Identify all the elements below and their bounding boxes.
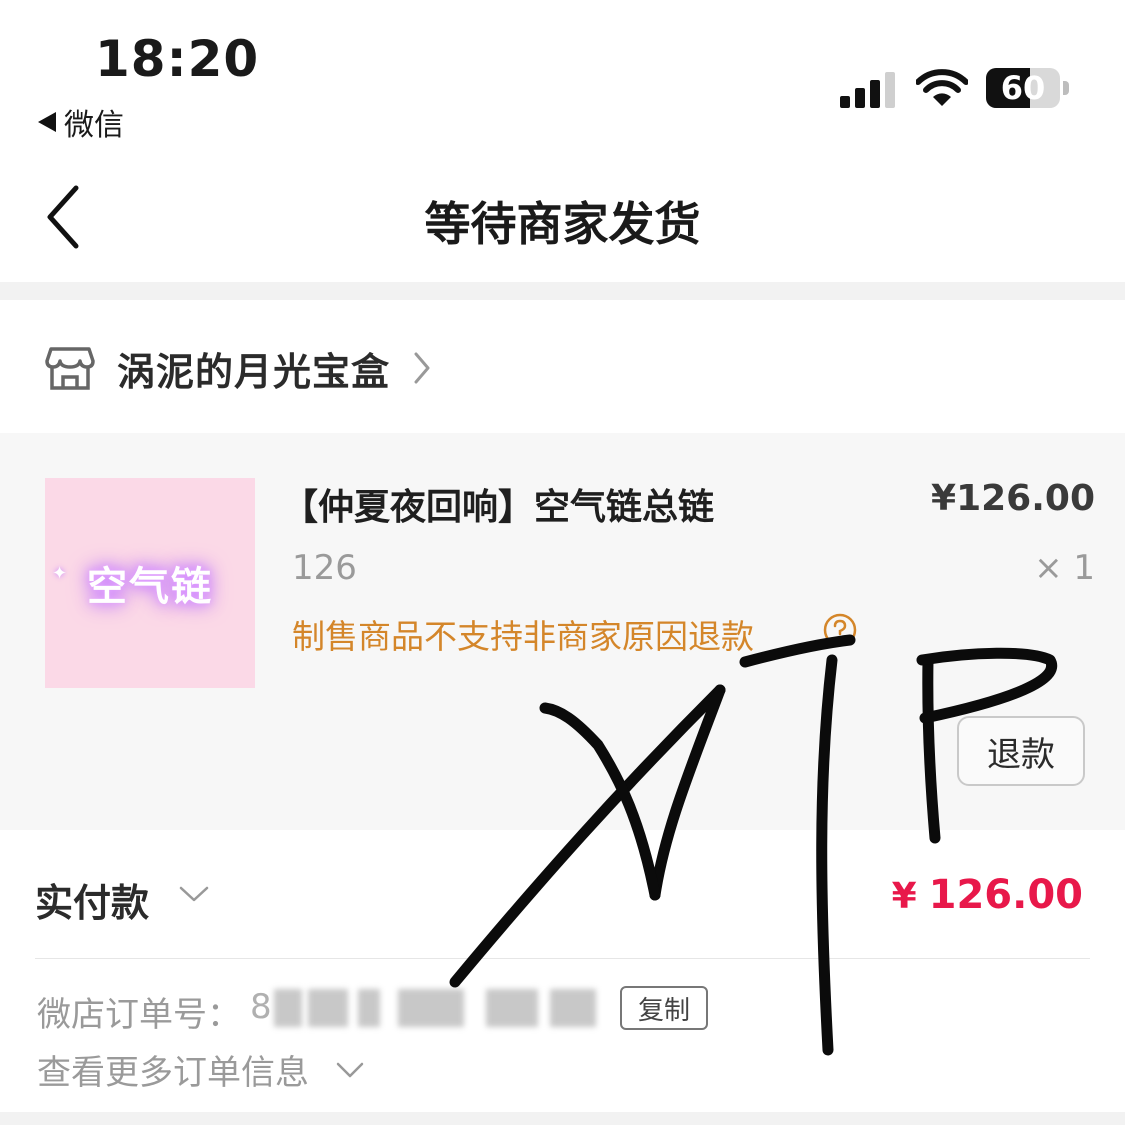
page-title: 等待商家发货	[424, 197, 701, 251]
thumbnail-text: 空气链	[87, 564, 213, 610]
store-icon	[45, 347, 95, 390]
order-number-label: 微店订单号：	[37, 995, 241, 1035]
paid-amount-label[interactable]: 实付款	[35, 872, 149, 927]
product-title[interactable]: 【仲夏夜回响】空气链总链	[282, 478, 714, 530]
chevron-down-icon	[336, 1062, 364, 1077]
bottom-separator	[0, 1112, 1125, 1125]
store-link[interactable]: 涡泥的月光宝盒	[45, 335, 432, 401]
back-triangle-icon	[38, 112, 56, 132]
product-quantity: × 1	[1034, 548, 1095, 588]
product-spec: 126	[292, 548, 357, 588]
battery-icon: 60	[986, 68, 1072, 110]
back-to-app-link[interactable]: 微信	[38, 100, 124, 144]
divider	[35, 958, 1090, 959]
product-price: ¥126.00	[931, 478, 1095, 519]
cellular-signal-icon	[840, 72, 895, 108]
copy-order-number-button[interactable]: 复制	[620, 986, 708, 1030]
order-number-fragment: 8	[250, 987, 272, 1027]
amount-value: 126.00	[928, 872, 1083, 918]
store-name: 涡泥的月光宝盒	[117, 349, 391, 394]
refund-button[interactable]: 退款	[957, 716, 1085, 786]
sparkle-icon: ✦	[52, 563, 68, 584]
more-order-info-label: 查看更多订单信息	[37, 1053, 309, 1093]
paid-amount-value: ¥126.00	[892, 872, 1083, 918]
wifi-icon	[916, 69, 968, 106]
more-order-info-toggle[interactable]: 查看更多订单信息	[37, 1045, 365, 1094]
refund-policy-note: 制售商品不支持非商家原因退款	[292, 617, 754, 656]
product-thumbnail[interactable]: 空气链	[45, 478, 255, 688]
section-separator	[0, 282, 1125, 300]
status-time: 18:20	[95, 30, 260, 88]
chevron-down-icon[interactable]	[178, 884, 210, 904]
currency-symbol: ¥	[891, 876, 917, 917]
back-app-label: 微信	[64, 108, 124, 143]
question-mark-icon[interactable]	[822, 612, 858, 648]
battery-percent: 60	[1000, 69, 1046, 107]
order-number-redacted: 8	[250, 987, 610, 1029]
chevron-right-icon	[414, 352, 430, 384]
